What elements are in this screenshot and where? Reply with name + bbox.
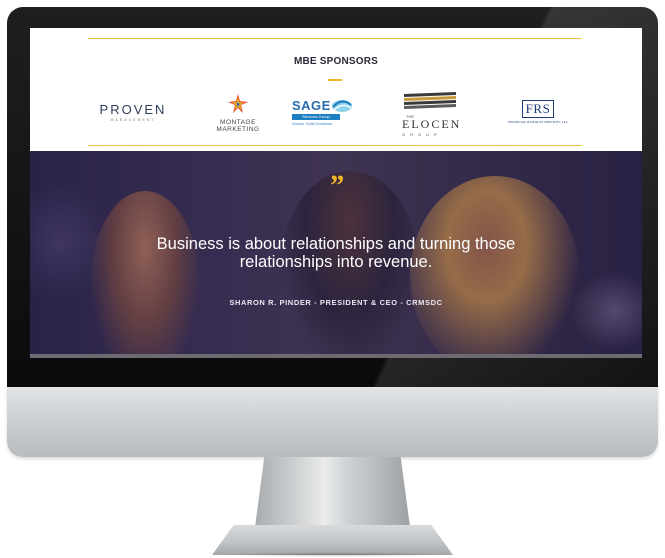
proven-logo-subtext: MANAGEMENT xyxy=(110,118,156,122)
proven-logo-wordmark: PROVEN xyxy=(99,102,167,117)
sponsors-title: MBE SPONSORS xyxy=(293,56,379,67)
hero-quote: Business is about relationships and turn… xyxy=(156,235,516,271)
frs-logo-subtext: FINANCIAL & REALTY SERVICES, LLC xyxy=(507,120,569,124)
sage-logo-wordmark: SAGE xyxy=(292,98,331,113)
sponsor-logo-elocen[interactable]: THE ELOCEN GROUP xyxy=(402,92,464,140)
monitor-stand-shadow xyxy=(212,552,453,557)
sage-swirl-icon xyxy=(331,99,352,112)
montage-logo-line2: MARKETING xyxy=(216,126,260,133)
montage-star-icon xyxy=(228,94,248,113)
quote-mark-icon: ” xyxy=(328,169,344,202)
sponsors-bottom-rule xyxy=(88,145,582,146)
sage-logo-tagline: Sound, Solid Solutions xyxy=(292,121,333,126)
sponsor-logo-sage[interactable]: SAGE Services Group Sound, Solid Solutio… xyxy=(292,98,372,132)
sponsors-top-rule xyxy=(88,38,582,39)
elocen-logo-wordmark: ELOCEN xyxy=(402,117,462,131)
elocen-logo-subtext: GROUP xyxy=(402,132,442,137)
sponsor-logo-frs[interactable]: FRS FINANCIAL & REALTY SERVICES, LLC xyxy=(498,100,578,134)
quote-attribution: SHARON R. PINDER - PRESIDENT & CEO - CRM… xyxy=(229,298,443,307)
montage-logo-line1: MONTAGE xyxy=(220,119,256,126)
hero-bottom-divider xyxy=(30,354,642,358)
monitor-stand-base xyxy=(212,525,453,555)
monitor-chin xyxy=(7,387,658,457)
sponsor-logo-proven[interactable]: PROVEN MANAGEMENT xyxy=(92,102,174,126)
sage-logo-bar: Services Group xyxy=(292,114,340,120)
title-accent-dash xyxy=(328,79,342,81)
sponsor-logo-montage[interactable]: MONTAGE MARKETING xyxy=(213,94,263,140)
elocen-stripes-icon xyxy=(404,92,456,109)
frs-logo-wordmark: FRS xyxy=(521,100,555,118)
monitor-stand-neck xyxy=(255,457,410,527)
quote-hero: ” Business is about relationships and tu… xyxy=(30,151,642,358)
sponsors-section: MBE SPONSORS PROVEN MANAGEMENT MONTAGE M… xyxy=(30,28,642,151)
elocen-logo-pretext: THE xyxy=(406,114,414,119)
monitor-screen: MBE SPONSORS PROVEN MANAGEMENT MONTAGE M… xyxy=(30,28,642,358)
